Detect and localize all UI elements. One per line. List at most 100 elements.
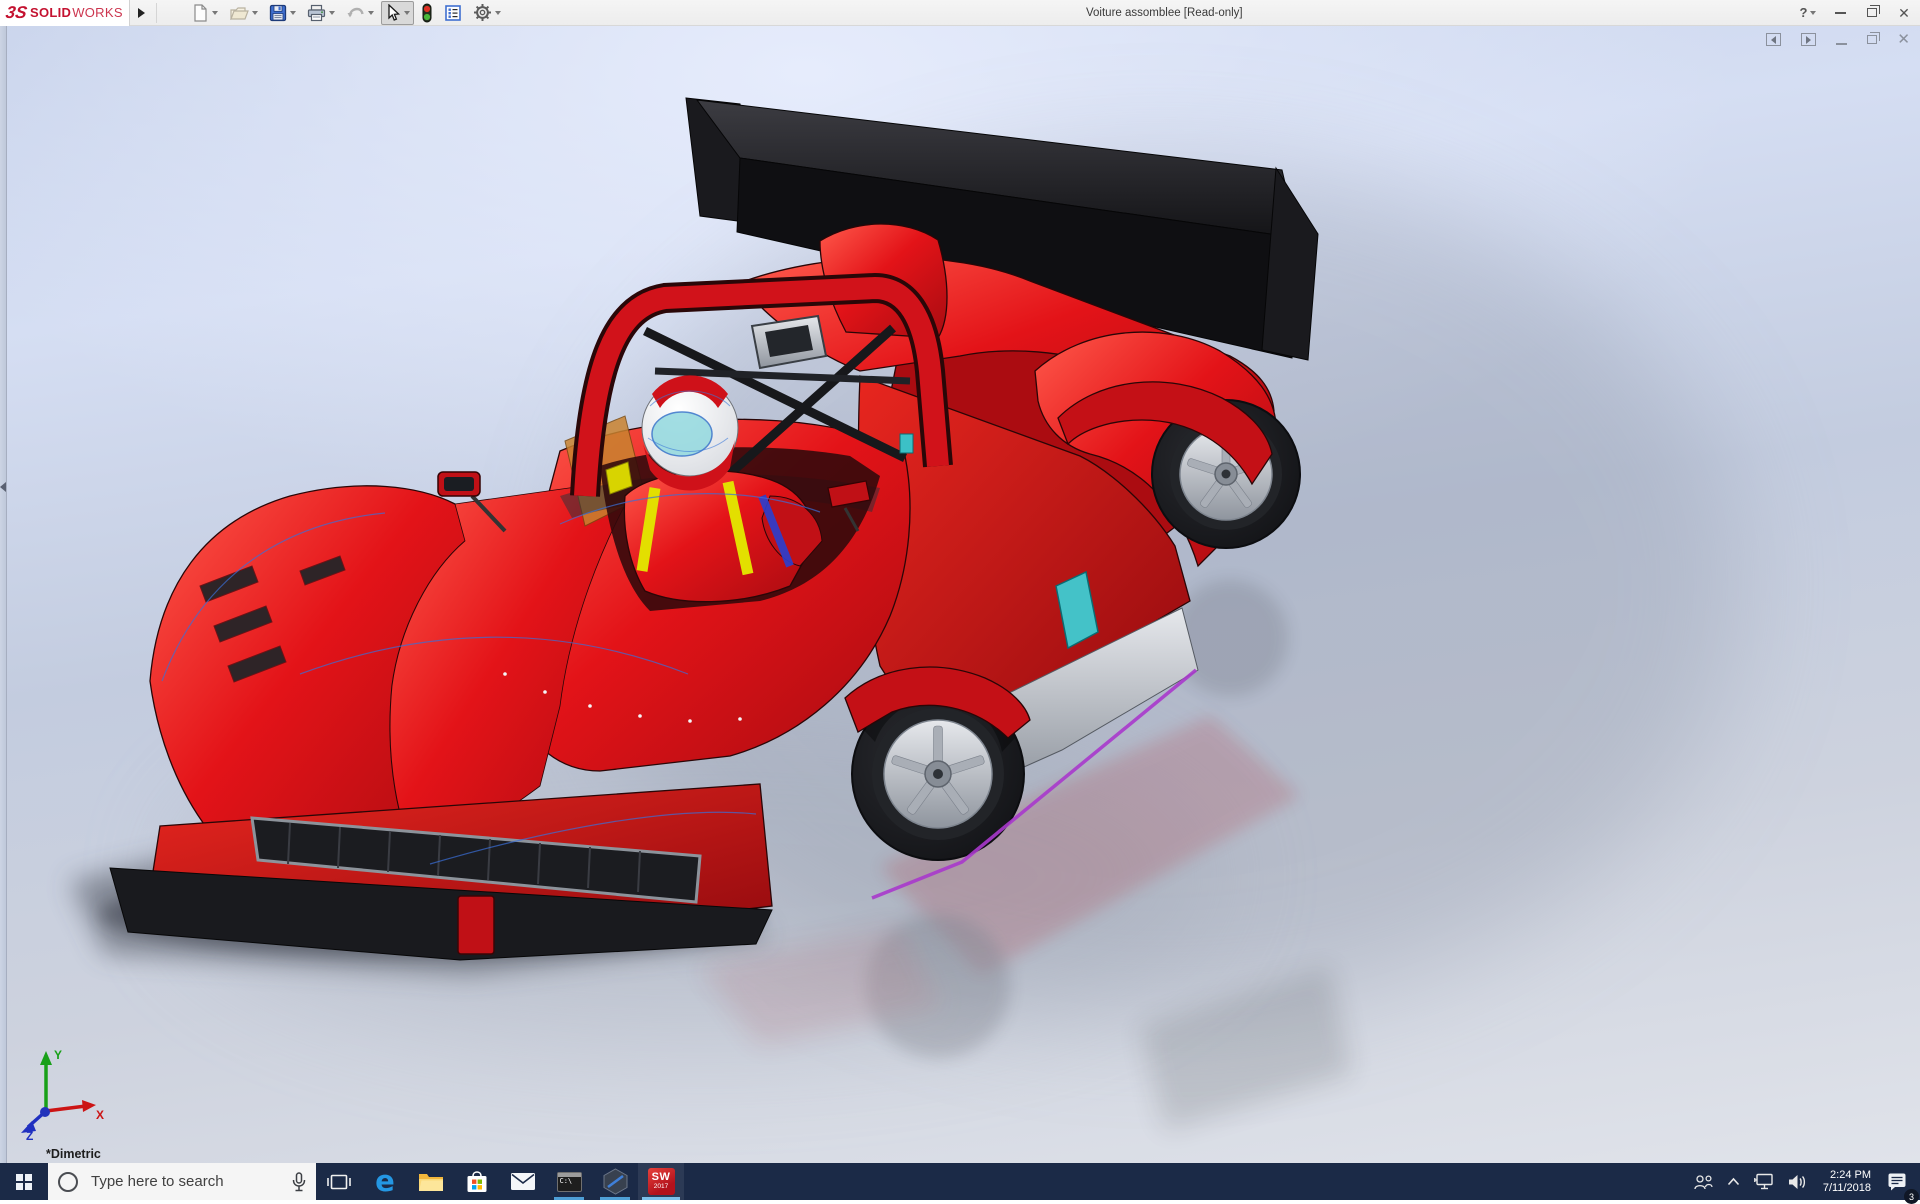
minimize-icon: [1836, 43, 1847, 45]
left-arrow-icon: [1771, 36, 1776, 44]
print-button[interactable]: [303, 1, 339, 25]
hidden-icons-button[interactable]: [1720, 1163, 1747, 1200]
save-floppy-icon: [269, 4, 287, 22]
tray-date: 7/11/2018: [1823, 1182, 1871, 1195]
undo-arrow-icon: [346, 4, 365, 22]
mail-icon: [510, 1172, 536, 1191]
command-prompt-button[interactable]: C:\: [546, 1163, 592, 1200]
microphone-icon[interactable]: [292, 1172, 306, 1192]
feature-manager-collapsed-strip[interactable]: [0, 26, 7, 1163]
dropdown-caret[interactable]: [368, 11, 374, 15]
graphics-viewport[interactable]: ✕ Y X Z *Dimetric: [0, 26, 1920, 1163]
undo-button[interactable]: [342, 1, 378, 25]
mail-button[interactable]: [500, 1163, 546, 1200]
title-bar: 3S SOLID WORKS: [0, 0, 1920, 26]
helmet-visor: [652, 412, 712, 456]
nose-post: [458, 896, 494, 954]
race-car-3d-model[interactable]: [0, 26, 1920, 1163]
close-icon: ✕: [1897, 32, 1910, 47]
volume-button[interactable]: [1781, 1163, 1814, 1200]
rebuild-button[interactable]: [417, 1, 437, 25]
command-prompt-icon: C:\: [557, 1172, 582, 1192]
doc-minimize-button[interactable]: [1836, 35, 1847, 45]
close-icon: ✕: [1898, 6, 1910, 20]
system-tray: 2:24 PM 7/11/2018 3: [1687, 1163, 1920, 1200]
store-icon: [465, 1170, 489, 1194]
start-button[interactable]: [0, 1163, 48, 1200]
store-button[interactable]: [454, 1163, 500, 1200]
open-button[interactable]: [225, 1, 262, 25]
new-document-icon: [191, 4, 209, 22]
list-properties-icon: [444, 4, 462, 22]
doc-restore-button[interactable]: [1867, 35, 1877, 44]
help-icon: ?: [1800, 5, 1808, 20]
people-icon: [1694, 1174, 1713, 1190]
brand-solid: SOLID: [30, 5, 71, 20]
dropdown-caret[interactable]: [290, 11, 296, 15]
restore-button[interactable]: [1856, 0, 1888, 26]
chevron-up-icon: [1727, 1177, 1740, 1186]
options-button[interactable]: [469, 1, 505, 25]
dropdown-caret[interactable]: [495, 11, 501, 15]
dropdown-caret[interactable]: [1810, 11, 1816, 15]
triad-x-label: X: [96, 1108, 104, 1122]
select-tool-button[interactable]: [381, 1, 414, 25]
ethernet-icon: [1754, 1173, 1774, 1190]
network-button[interactable]: [1747, 1163, 1781, 1200]
gear-icon: [473, 3, 492, 22]
dropdown-caret[interactable]: [329, 11, 335, 15]
previous-pane-button[interactable]: [1766, 33, 1781, 46]
notification-icon: [1887, 1172, 1907, 1191]
dropdown-caret[interactable]: [212, 11, 218, 15]
minimize-button[interactable]: [1824, 0, 1856, 26]
open-folder-icon: [229, 4, 249, 22]
printer-icon: [307, 4, 326, 22]
windows-logo-icon: [16, 1174, 32, 1190]
minimize-icon: [1835, 12, 1846, 14]
doc-close-button[interactable]: ✕: [1897, 32, 1910, 47]
task-view-button[interactable]: [316, 1163, 362, 1200]
action-center-button[interactable]: 3: [1880, 1163, 1914, 1200]
toolbar-separator: [156, 3, 157, 23]
notification-count-badge: 3: [1904, 1189, 1919, 1204]
people-button[interactable]: [1687, 1163, 1720, 1200]
right-arrow-icon: [1806, 36, 1811, 44]
help-button[interactable]: ?: [1792, 0, 1824, 26]
new-document-button[interactable]: [187, 1, 222, 25]
edge-button[interactable]: e: [362, 1163, 408, 1200]
hexagon-app-button[interactable]: [592, 1163, 638, 1200]
menu-expand-arrow[interactable]: [132, 3, 150, 23]
task-view-icon: [327, 1173, 351, 1191]
speaker-icon: [1788, 1174, 1807, 1190]
orientation-triad: Y X Z: [12, 1045, 104, 1141]
3ds-logo-mark: 3S: [5, 4, 29, 21]
dropdown-caret[interactable]: [404, 11, 410, 15]
solidworks-logo[interactable]: 3S SOLID WORKS: [0, 0, 130, 26]
edge-icon: e: [375, 1167, 395, 1196]
collapse-arrow-icon: [0, 482, 6, 492]
cortana-icon: [58, 1172, 78, 1192]
next-pane-button[interactable]: [1801, 33, 1816, 46]
taskbar-app-icons: e: [316, 1163, 684, 1200]
dropdown-caret[interactable]: [252, 11, 258, 15]
solidworks-taskbar-button[interactable]: SW 2017: [638, 1163, 684, 1200]
close-button[interactable]: ✕: [1888, 0, 1920, 26]
document-window-controls: ✕: [1766, 32, 1910, 47]
taskbar-search[interactable]: Type here to search: [48, 1163, 316, 1200]
triad-y-label: Y: [54, 1048, 62, 1062]
file-explorer-button[interactable]: [408, 1163, 454, 1200]
file-properties-button[interactable]: [440, 1, 466, 25]
play-arrow-icon: [138, 8, 145, 18]
restore-icon: [1867, 35, 1877, 44]
brand-works: WORKS: [72, 5, 123, 20]
search-placeholder: Type here to search: [91, 1173, 292, 1190]
save-button[interactable]: [265, 1, 300, 25]
file-explorer-icon: [418, 1171, 444, 1192]
restore-icon: [1867, 8, 1877, 17]
solidworks-2017-icon: SW 2017: [648, 1168, 675, 1195]
view-orientation-label: *Dimetric: [46, 1147, 101, 1161]
traffic-light-icon: [421, 3, 433, 23]
triad-z-label: Z: [26, 1129, 33, 1141]
taskbar-clock[interactable]: 2:24 PM 7/11/2018: [1814, 1169, 1880, 1195]
hexagon-app-icon: [602, 1168, 629, 1195]
